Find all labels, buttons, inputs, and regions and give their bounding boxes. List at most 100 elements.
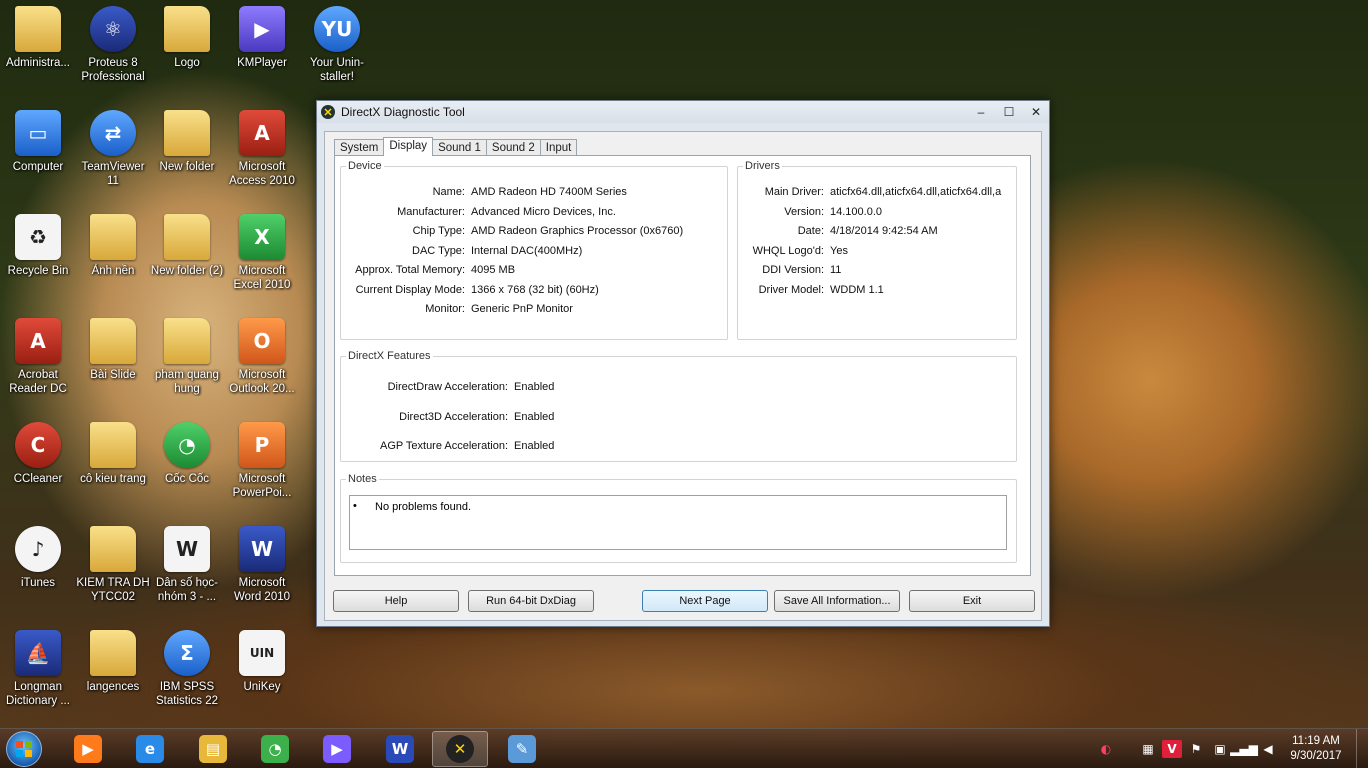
exit-button[interactable]: Exit xyxy=(909,590,1035,612)
tab-system[interactable]: System xyxy=(334,139,385,156)
taskbar-item[interactable]: e xyxy=(122,731,178,767)
desktop-icon-label: Administra... xyxy=(6,57,70,69)
taskbar-item[interactable]: W xyxy=(372,731,428,767)
desktop-icon[interactable]: pham quang hung xyxy=(149,314,225,414)
taskbar-item[interactable]: ▶ xyxy=(309,731,365,767)
desktop-icon-label: New folder xyxy=(159,161,215,173)
desktop-icon[interactable]: Bài Slide xyxy=(75,314,151,414)
desktop-icon[interactable]: X Microsoft Excel 2010 xyxy=(224,210,300,310)
desktop-icon[interactable]: ♻ Recycle Bin xyxy=(0,210,76,310)
flag-tray-icon[interactable]: ▦ xyxy=(1138,740,1158,758)
desktop-icon[interactable]: W Dân số học- nhóm 3 - ... xyxy=(149,522,225,622)
desktop-icon[interactable]: ⚛ Proteus 8 Professional xyxy=(75,2,151,102)
help-button[interactable]: Help xyxy=(333,590,459,612)
desktop-icon[interactable]: A Acrobat Reader DC xyxy=(0,314,76,414)
taskbar-item[interactable]: ▶ xyxy=(60,731,116,767)
driver-value: aticfx64.dll,aticfx64.dll,aticfx64.dll,a xyxy=(830,186,1002,198)
desktop-icon[interactable]: ▭ Computer xyxy=(0,106,76,206)
network-signal-icon[interactable]: ▂▄▆ xyxy=(1230,740,1258,758)
notes-group: Notes • No problems found. xyxy=(340,473,1017,563)
device-value: 1366 x 768 (32 bit) (60Hz) xyxy=(471,283,599,296)
clock-date: 9/30/2017 xyxy=(1290,750,1342,762)
longman-icon: ⛵ xyxy=(15,630,61,676)
desktop-icon-label: Microsoft PowerPoi... xyxy=(232,473,292,499)
feature-label: AGP Texture Acceleration: xyxy=(380,440,508,452)
minimize-button[interactable]: ‒ xyxy=(967,103,995,121)
desktop-icon[interactable]: KIEM TRA DH YTCC02 xyxy=(75,522,151,622)
notes-legend: Notes xyxy=(348,473,377,485)
windows-logo-icon xyxy=(16,741,32,757)
desktop-icon-label: Longman Dictionary ... xyxy=(6,681,70,707)
desktop-icon[interactable]: O Microsoft Outlook 20... xyxy=(224,314,300,414)
device-label: DAC Type: xyxy=(412,244,465,257)
desktop-icon-label: Dân số học- nhóm 3 - ... xyxy=(155,577,218,603)
driver-value: 11 xyxy=(830,264,842,276)
desktop-icon[interactable]: P Microsoft PowerPoi... xyxy=(224,418,300,518)
ccleaner-icon: C xyxy=(15,422,61,468)
desktop-icon-label: Logo xyxy=(174,57,200,69)
proteus-icon: ⚛ xyxy=(90,6,136,52)
desktop-icon[interactable]: Σ IBM SPSS Statistics 22 xyxy=(149,626,225,726)
clock[interactable]: 11:19 AM 9/30/2017 xyxy=(1280,734,1352,764)
run-64bit-dxdiag-button[interactable]: Run 64-bit DxDiag xyxy=(468,590,594,612)
driver-label: WHQL Logo'd: xyxy=(752,244,824,257)
desktop-icon[interactable]: ⇄ TeamViewer 11 xyxy=(75,106,151,206)
taskbar-item[interactable]: ✕ xyxy=(432,731,488,767)
action-center-icon[interactable]: ⚑ xyxy=(1186,740,1206,758)
acrobat-icon: A xyxy=(15,318,61,364)
desktop-icon-label: pham quang hung xyxy=(155,369,219,395)
devices-tray-icon[interactable]: ▣ xyxy=(1210,740,1230,758)
tab-display[interactable]: Display xyxy=(383,137,434,156)
next-page-button[interactable]: Next Page xyxy=(642,590,768,612)
desktop-icon[interactable]: cô kieu trang xyxy=(75,418,151,518)
desktop-icon[interactable]: C CCleaner xyxy=(0,418,76,518)
desktop-icon[interactable]: YU Your Unin-staller! xyxy=(299,2,375,102)
desktop-icon[interactable]: UIN UniKey xyxy=(224,626,300,726)
desktop-icon[interactable]: Ảnh nền xyxy=(75,210,151,310)
start-button[interactable] xyxy=(6,731,42,767)
desktop-icon[interactable]: New folder (2) xyxy=(149,210,225,310)
close-button[interactable]: ✕ xyxy=(1023,103,1049,121)
tab-input[interactable]: Input xyxy=(539,139,578,156)
desktop-icon[interactable]: ⛵ Longman Dictionary ... xyxy=(0,626,76,726)
user-folder-icon xyxy=(15,6,61,52)
feature-label: Direct3D Acceleration: xyxy=(399,410,508,423)
spss-icon: Σ xyxy=(164,630,210,676)
desktop-icon[interactable]: Administra... xyxy=(0,2,76,102)
device-value: AMD Radeon HD 7400M Series xyxy=(471,186,627,198)
desktop-icon-label: Microsoft Excel 2010 xyxy=(233,265,291,291)
directx-icon: ✕ xyxy=(321,105,335,119)
word-icon: W xyxy=(386,735,414,763)
desktop-icon[interactable]: ◔ Cốc Cốc xyxy=(149,418,225,518)
coccoc-icon: ◔ xyxy=(164,422,210,468)
vietkey-tray-icon[interactable]: V xyxy=(1162,740,1182,758)
title-bar[interactable]: ✕ DirectX Diagnostic Tool ‒ ☐ ✕ xyxy=(317,101,1049,123)
desktop-icon[interactable]: Logo xyxy=(149,2,225,102)
desktop-icon-label: Cốc Cốc xyxy=(164,473,210,485)
tab-sound-1[interactable]: Sound 1 xyxy=(432,139,487,156)
maximize-button[interactable]: ☐ xyxy=(995,103,1023,121)
desktop-icon-label: Ảnh nền xyxy=(91,265,135,277)
taskbar: ▶ e ▤ ◔ ▶ W ✕ ✎ ◐ ▦ V ⚑ ▣ ▂▄▆ ◀ 11:19 AM 9/30/2… xyxy=(0,728,1368,768)
desktop-icon[interactable]: langences xyxy=(75,626,151,726)
unikey-tray-icon[interactable]: ◐ xyxy=(1096,740,1116,758)
show-desktop-button[interactable] xyxy=(1356,729,1368,768)
taskbar-item[interactable]: ◔ xyxy=(247,731,303,767)
taskbar-item[interactable]: ▤ xyxy=(185,731,241,767)
desktop-icon-label: KIEM TRA DH YTCC02 xyxy=(76,577,150,603)
volume-icon[interactable]: ◀ xyxy=(1258,740,1278,758)
tab-sound-2[interactable]: Sound 2 xyxy=(485,139,541,156)
desktop-icon[interactable]: ▶ KMPlayer xyxy=(224,2,300,102)
save-all-information-button[interactable]: Save All Information... xyxy=(774,590,900,612)
desktop-icon[interactable]: A Microsoft Access 2010 xyxy=(224,106,300,206)
taskbar-item[interactable]: ✎ xyxy=(494,731,550,767)
notes-textbox[interactable]: • No problems found. xyxy=(349,495,1007,550)
desktop-icon-label: IBM SPSS Statistics 22 xyxy=(156,681,218,707)
device-value: AMD Radeon Graphics Processor (0x6760) xyxy=(471,225,684,237)
desktop-icon[interactable]: W Microsoft Word 2010 xyxy=(224,522,300,622)
desktop-icon[interactable]: New folder xyxy=(149,106,225,206)
device-label: Current Display Mode: xyxy=(355,283,465,296)
desktop-icon-label: Bài Slide xyxy=(90,369,136,381)
word-doc-icon: W xyxy=(164,526,210,572)
desktop-icon[interactable]: ♪ iTunes xyxy=(0,522,76,622)
